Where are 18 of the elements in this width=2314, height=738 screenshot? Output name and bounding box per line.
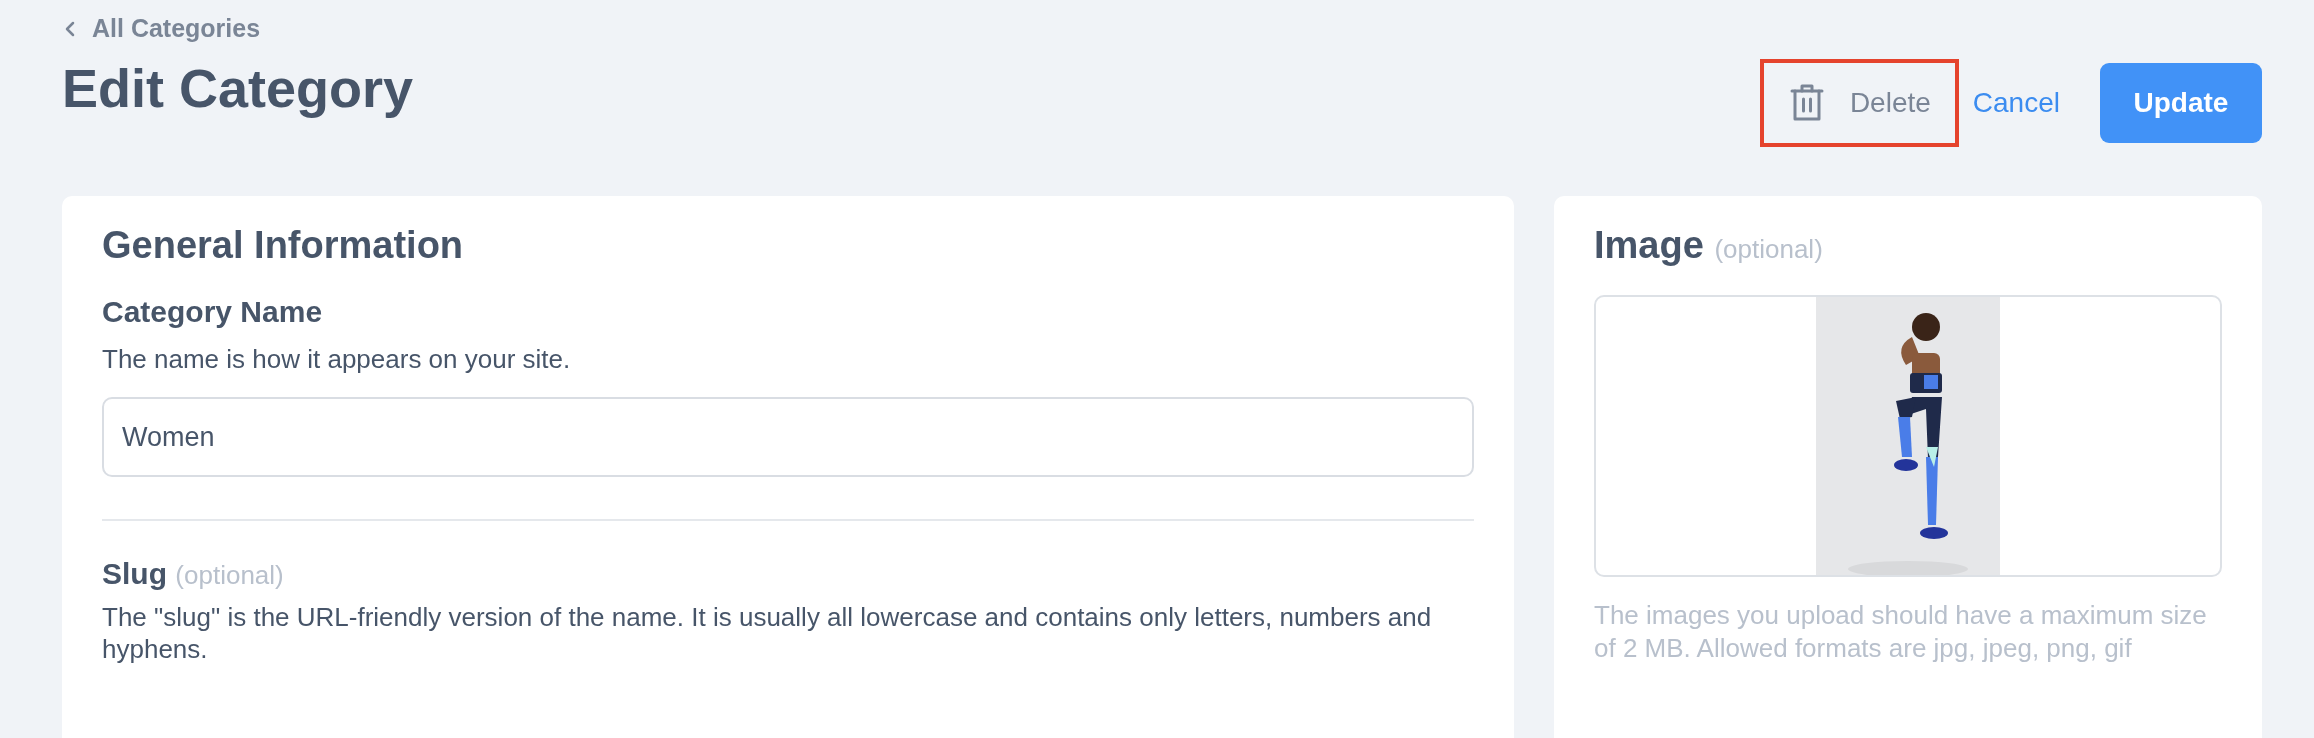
delete-button[interactable]: Delete bbox=[1789, 83, 1931, 123]
section-title: General Information bbox=[102, 224, 465, 267]
image-dropzone[interactable] bbox=[1594, 295, 2222, 577]
optional-note: (optional) bbox=[1714, 234, 1823, 264]
field-label: Slug bbox=[102, 557, 167, 590]
field-description: The name is how it appears on your site. bbox=[102, 343, 572, 375]
back-link[interactable]: All Categories bbox=[62, 14, 261, 43]
page-title: Edit Category bbox=[62, 57, 414, 119]
cancel-link[interactable]: Cancel bbox=[1972, 87, 2060, 119]
trash-icon bbox=[1789, 83, 1824, 123]
update-button[interactable]: Update bbox=[2100, 63, 2262, 143]
field-description: The "slug" is the URL-friendly version of the name. It is usually all lowercase and contains only letters, numbers and hyphens. bbox=[102, 601, 1433, 665]
upload-help-text: The images you upload should have a maximum size of 2 MB. Allowed formats are jpg, jpeg, png, gif bbox=[1594, 599, 2208, 665]
section-title: Image bbox=[1594, 224, 1704, 266]
name-input[interactable]: Women bbox=[102, 397, 1474, 477]
chevron-left-icon bbox=[64, 20, 76, 37]
optional-note: (optional) bbox=[175, 560, 284, 590]
field-label: Category Name bbox=[102, 295, 324, 329]
